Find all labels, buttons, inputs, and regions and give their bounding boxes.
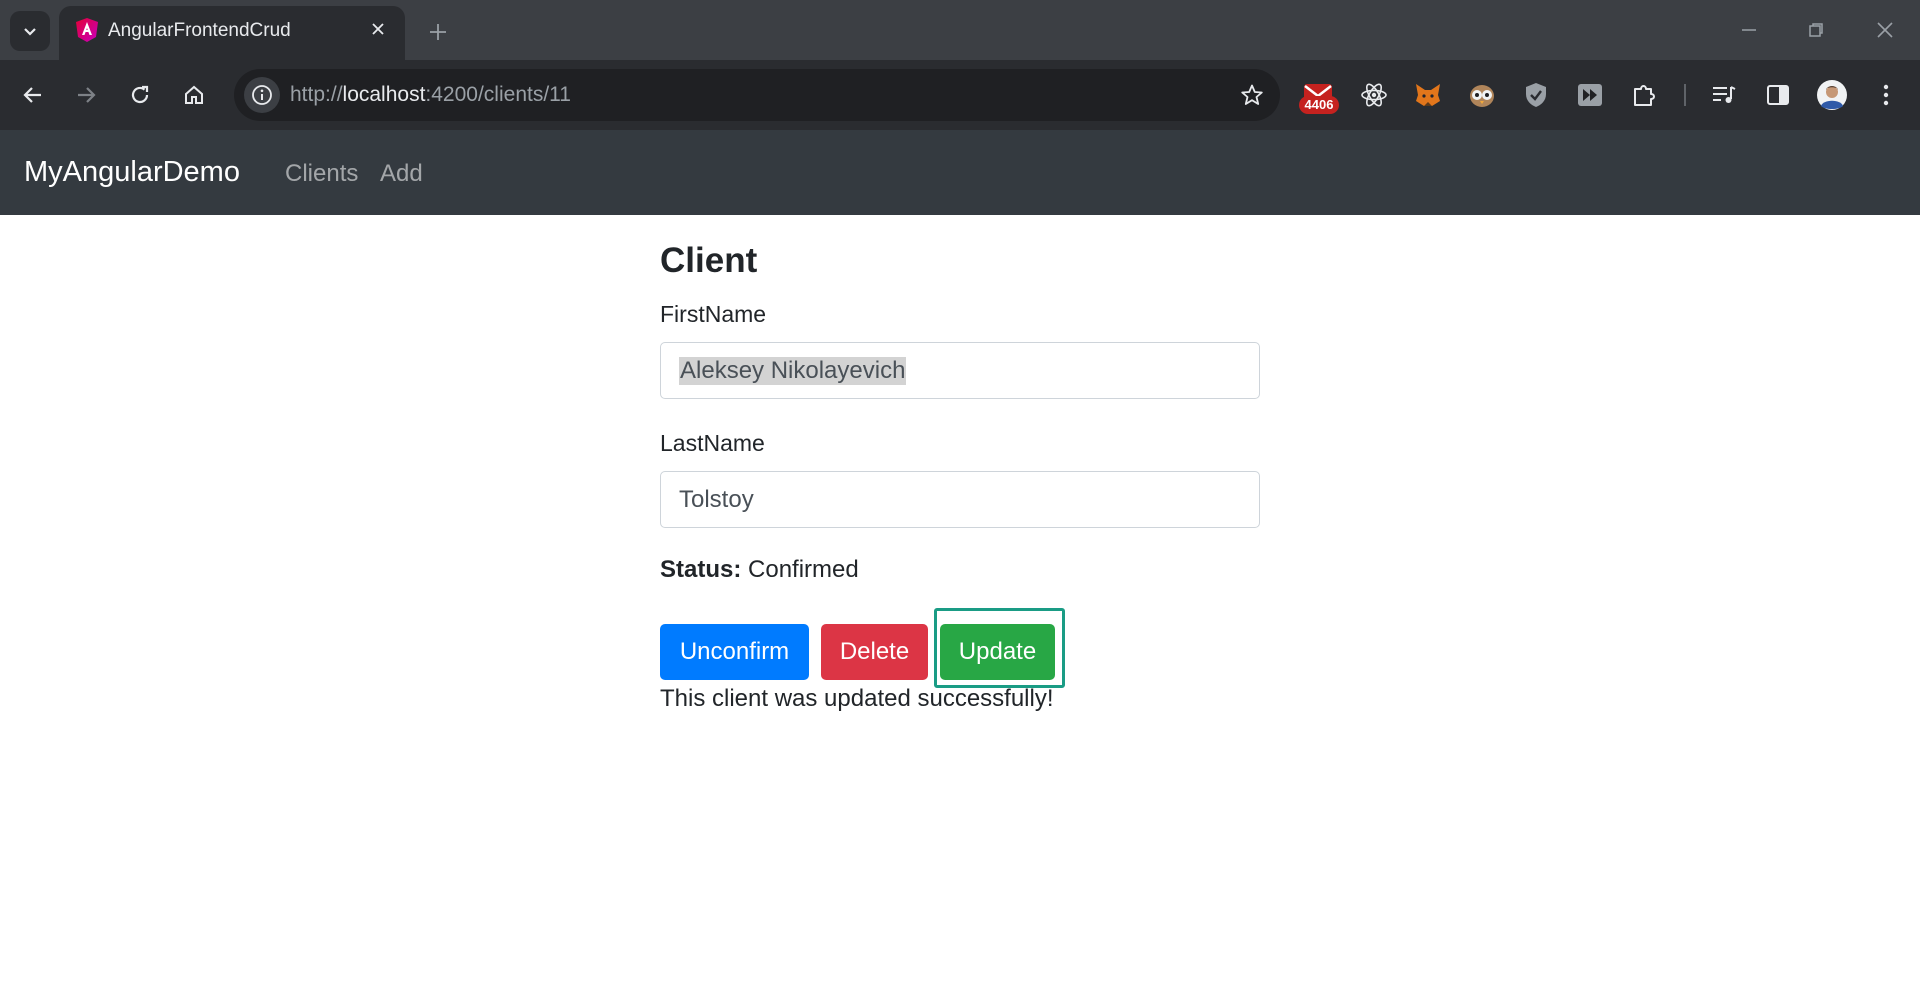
browser-tab-active[interactable]: AngularFrontendCrud <box>59 6 405 60</box>
kebab-menu-icon <box>1883 84 1889 106</box>
side-panel-button[interactable] <box>1759 76 1797 114</box>
unconfirm-button[interactable]: Unconfirm <box>660 624 809 680</box>
star-icon <box>1241 84 1263 105</box>
browser-menu-button[interactable] <box>1867 76 1905 114</box>
status-label: Status: <box>660 556 742 583</box>
media-control-button[interactable] <box>1705 76 1743 114</box>
url-path: :4200/clients/11 <box>425 83 571 106</box>
reload-button[interactable] <box>119 74 161 116</box>
shield-extension-button[interactable] <box>1517 76 1555 114</box>
minimize-button[interactable] <box>1726 12 1772 48</box>
nav-link-add[interactable]: Add <box>380 160 423 188</box>
first-name-value: Aleksey Nikolayevich <box>679 357 907 385</box>
url-host: localhost <box>342 83 426 106</box>
plus-icon <box>430 24 446 40</box>
url-text[interactable]: http://localhost:4200/clients/11 <box>290 83 571 107</box>
delete-button[interactable]: Delete <box>821 624 928 680</box>
success-message: This client was updated successfully! <box>660 685 1054 712</box>
window-close-button[interactable] <box>1862 12 1908 48</box>
window-close-icon <box>1877 22 1893 38</box>
tab-search-button[interactable] <box>10 11 50 51</box>
update-button[interactable]: Update <box>940 624 1055 680</box>
fox-extension-icon <box>1416 84 1440 106</box>
home-icon <box>185 85 203 104</box>
address-bar[interactable]: http://localhost:4200/clients/11 <box>234 69 1280 121</box>
toolbar-separator <box>1684 84 1686 106</box>
side-panel-icon <box>1767 85 1789 105</box>
last-name-input[interactable]: Tolstoy <box>660 471 1260 528</box>
extensions-button[interactable] <box>1626 76 1664 114</box>
last-name-label: LastName <box>660 430 765 456</box>
home-button[interactable] <box>173 74 215 116</box>
angular-favicon-icon <box>76 18 98 42</box>
navbar-brand[interactable]: MyAngularDemo <box>24 156 240 189</box>
browser-tabstrip: AngularFrontendCrud <box>0 0 1920 60</box>
site-info-icon <box>252 85 272 105</box>
app-navbar: MyAngularDemo Clients Add <box>0 130 1920 215</box>
forward-arrow-icon <box>78 87 96 103</box>
first-name-label: FirstName <box>660 301 767 327</box>
back-arrow-icon <box>23 87 41 103</box>
fast-forward-extension-button[interactable] <box>1571 76 1609 114</box>
reload-icon <box>131 85 149 104</box>
forward-button[interactable] <box>65 74 107 116</box>
restore-button[interactable] <box>1793 12 1839 48</box>
bookmark-star-button[interactable] <box>1238 81 1266 109</box>
site-info-button[interactable] <box>244 77 280 113</box>
status-value: Confirmed <box>748 556 859 583</box>
profile-button[interactable] <box>1813 76 1851 114</box>
last-name-value: Tolstoy <box>679 486 754 513</box>
react-icon <box>1361 83 1387 107</box>
url-scheme: http:// <box>290 83 343 106</box>
browser-toolbar: http://localhost:4200/clients/11 <box>0 60 1920 130</box>
shield-icon <box>1526 83 1546 107</box>
page-title: Client <box>660 241 758 280</box>
minimize-icon <box>1742 29 1756 31</box>
tab-search-icon <box>24 28 36 36</box>
media-queue-icon <box>1713 86 1736 103</box>
puzzle-icon <box>1634 85 1655 106</box>
status-line: Status: Confirmed <box>660 556 859 584</box>
back-button[interactable] <box>12 74 54 116</box>
owl-extension-icon <box>1470 85 1494 107</box>
tab-close-button[interactable] <box>365 16 391 42</box>
close-icon <box>372 23 384 35</box>
new-tab-button[interactable] <box>420 14 456 50</box>
first-name-input[interactable]: Aleksey Nikolayevich <box>660 342 1260 399</box>
nav-link-clients[interactable]: Clients <box>285 160 358 188</box>
owl-extension-button[interactable] <box>1463 76 1501 114</box>
tab-title: AngularFrontendCrud <box>108 20 291 41</box>
react-devtools-button[interactable] <box>1355 76 1393 114</box>
mail-extension-badge: 4406 <box>1299 96 1339 114</box>
restore-icon <box>1809 23 1823 37</box>
profile-avatar-icon <box>1817 80 1847 110</box>
fox-extension-button[interactable] <box>1409 76 1447 114</box>
fast-forward-icon <box>1578 84 1602 106</box>
